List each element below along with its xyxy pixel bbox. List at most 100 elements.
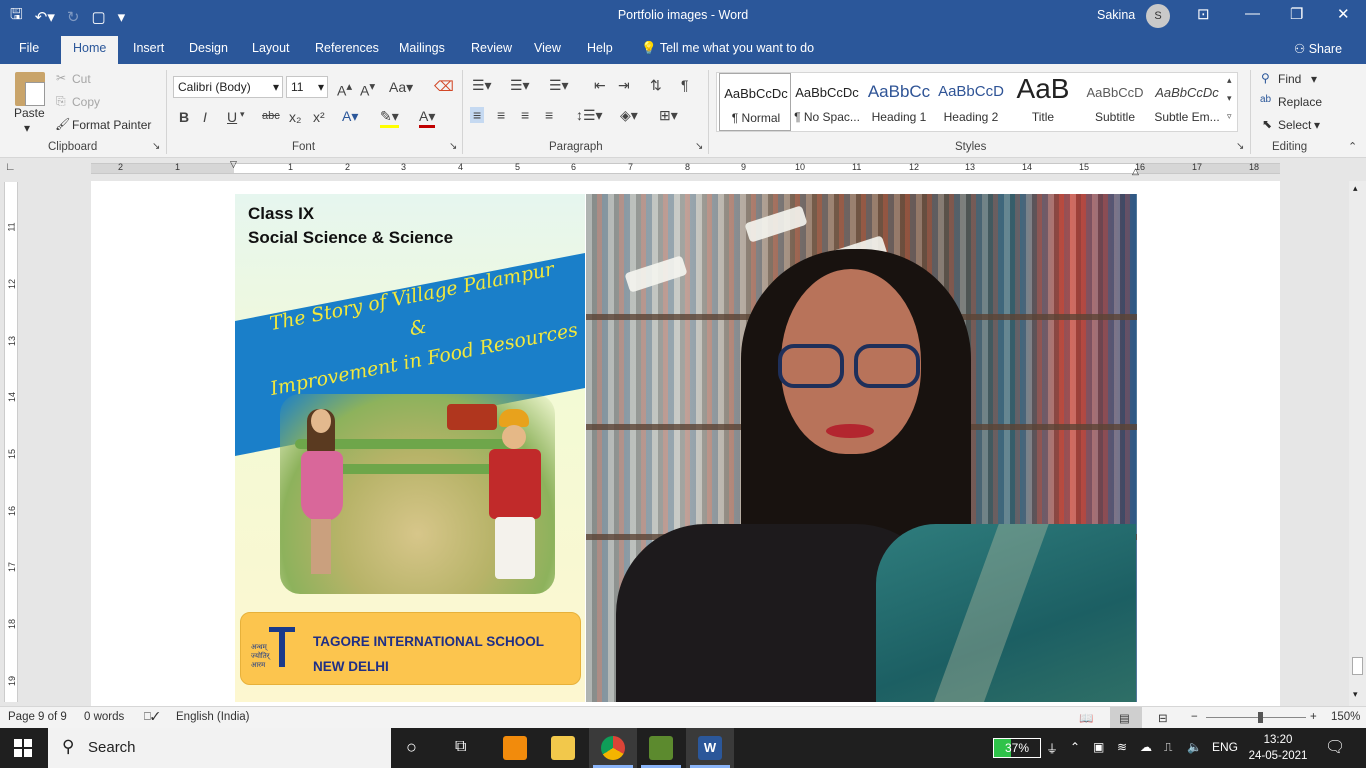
numbering-icon[interactable]: ☰▾ [510,77,530,94]
font-size-select[interactable]: 11 ▾ [286,76,328,98]
paste-icon[interactable] [15,72,45,106]
align-right-icon[interactable]: ≡ [521,107,529,123]
chevron-down-icon[interactable]: ▾ [1311,72,1317,86]
subscript-icon[interactable]: x₂ [289,109,301,125]
show-formatting-icon[interactable]: ¶ [681,77,689,93]
style-title[interactable]: AaB Title [1007,73,1079,131]
tell-me-search[interactable]: 💡 Tell me what you want to do [641,41,814,56]
sort-icon[interactable]: ⇅ [650,77,662,94]
vertical-scrollbar[interactable]: ▴ ▾ [1349,181,1366,706]
underline-icon[interactable]: U [227,109,237,125]
more-styles-icon[interactable]: ▿ [1227,111,1232,122]
multilevel-list-icon[interactable]: ☰▾ [549,77,569,94]
tab-mailings[interactable]: Mailings [399,41,445,55]
line-spacing-icon[interactable]: ↕☰▾ [576,107,603,124]
tab-view[interactable]: View [534,41,561,55]
bold-icon[interactable]: B [179,109,189,125]
tab-review[interactable]: Review [471,41,512,55]
network-icon[interactable]: ⎍ [1164,740,1172,755]
increase-indent-icon[interactable]: ⇥ [618,77,630,94]
portrait-photo[interactable] [586,194,1137,702]
app-icon[interactable] [649,736,673,760]
style-heading-1[interactable]: AaBbCc Heading 1 [863,73,935,131]
dialog-launcher-icon[interactable]: ↘ [695,141,703,152]
clock[interactable]: 13:20 24-05-2021 [1248,732,1308,764]
cortana-icon[interactable]: ○ [406,737,417,758]
strikethrough-icon[interactable]: abc [262,110,280,122]
shading-icon[interactable]: ◈▾ [620,107,638,124]
restore-icon[interactable]: ❐ [1290,5,1303,23]
tab-selector-icon[interactable]: ∟ [5,161,16,173]
proofing-icon[interactable]: ⎕✓ [144,711,160,724]
font-color-icon[interactable]: A▾ [419,108,436,128]
minimize-icon[interactable]: — [1245,5,1260,22]
language-indicator[interactable]: English (India) [176,711,250,723]
format-painter-button[interactable]: Format Painter [72,118,151,132]
superscript-icon[interactable]: x² [313,109,325,125]
taskbar-search[interactable]: ⚲ Search [48,728,391,768]
style-heading-2[interactable]: AaBbCcD Heading 2 [935,73,1007,131]
scroll-down-icon[interactable]: ▾ [1227,93,1232,104]
change-case-icon[interactable]: Aa▾ [389,79,413,96]
zoom-slider-thumb[interactable] [1258,712,1263,723]
scroll-up-icon[interactable]: ▴ [1227,75,1232,86]
wifi-icon[interactable]: ≋ [1117,740,1127,754]
windows-start-icon[interactable] [14,739,32,757]
find-button[interactable]: Find [1278,72,1301,86]
word-count[interactable]: 0 words [84,711,124,723]
onedrive-icon[interactable]: ☁ [1140,740,1152,754]
style-subtitle[interactable]: AaBbCcD Subtitle [1079,73,1151,131]
zoom-slider[interactable] [1206,717,1306,718]
grow-font-icon[interactable]: A▴ [337,79,352,99]
dialog-launcher-icon[interactable]: ↘ [1236,141,1244,152]
style-subtle-emphasis[interactable]: AaBbCcDc Subtle Em... [1151,73,1223,131]
web-layout-icon[interactable]: ⊟ [1158,711,1168,725]
align-left-icon[interactable]: ≡ [470,107,485,123]
tab-design[interactable]: Design [189,41,228,55]
chevron-up-icon[interactable]: ⌃ [1070,740,1080,754]
task-view-icon[interactable]: ⧉ [455,738,466,756]
borders-icon[interactable]: ⊞▾ [659,107,678,124]
collapse-ribbon-icon[interactable]: ⌃ [1348,140,1357,153]
right-indent-marker-icon[interactable]: △ [1132,166,1139,177]
poster-image[interactable]: Class IX Social Science & Science The St… [235,194,585,702]
text-effects-icon[interactable]: A▾ [342,108,358,125]
style-normal[interactable]: AaBbCcDc ¶ Normal [719,73,791,131]
close-icon[interactable]: ✕ [1337,5,1350,23]
battery-indicator[interactable]: 37% [993,738,1041,758]
zoom-in-icon[interactable]: + [1310,711,1317,723]
chevron-down-icon[interactable]: ▾ [1314,118,1320,132]
select-button[interactable]: Select [1278,118,1311,132]
file-explorer-icon[interactable] [551,736,575,760]
meet-now-icon[interactable]: ▣ [1093,740,1104,754]
align-center-icon[interactable]: ≡ [497,107,505,123]
cut-button[interactable]: Cut [72,72,91,86]
read-mode-icon[interactable]: 📖 [1079,711,1093,725]
word-icon[interactable]: W [698,736,722,760]
ribbon-display-options-icon[interactable]: ⊡ [1197,5,1210,23]
font-name-select[interactable]: Calibri (Body) ▾ [173,76,283,98]
italic-icon[interactable]: I [203,109,207,125]
justify-icon[interactable]: ≡ [545,107,553,123]
chevron-down-icon[interactable]: ▾ [24,121,30,135]
style-no-spacing[interactable]: AaBbCcDc ¶ No Spac... [791,73,863,131]
scroll-down-icon[interactable]: ▾ [1353,689,1358,700]
scroll-up-icon[interactable]: ▴ [1353,183,1358,194]
scroll-thumb[interactable] [1352,657,1363,675]
user-name[interactable]: Sakina [1097,8,1135,22]
dialog-launcher-icon[interactable]: ↘ [152,141,160,152]
input-language[interactable]: ENG [1212,740,1238,754]
volume-icon[interactable]: 🔈 [1187,740,1202,754]
copy-button[interactable]: Copy [72,95,100,109]
page-count[interactable]: Page 9 of 9 [8,711,67,723]
zoom-out-icon[interactable]: − [1191,711,1198,723]
chevron-down-icon[interactable]: ▾ [240,109,245,120]
share-button[interactable]: ⚇ Share [1294,41,1342,56]
notifications-icon[interactable]: 🗨 [1325,737,1345,757]
power-plug-icon[interactable]: ⏚ [1046,740,1058,757]
replace-button[interactable]: Replace [1278,95,1322,109]
tab-help[interactable]: Help [587,41,613,55]
highlight-icon[interactable]: ✎▾ [380,108,399,128]
chrome-icon[interactable] [601,736,625,760]
indent-marker-icon[interactable]: ▽ [230,159,237,170]
